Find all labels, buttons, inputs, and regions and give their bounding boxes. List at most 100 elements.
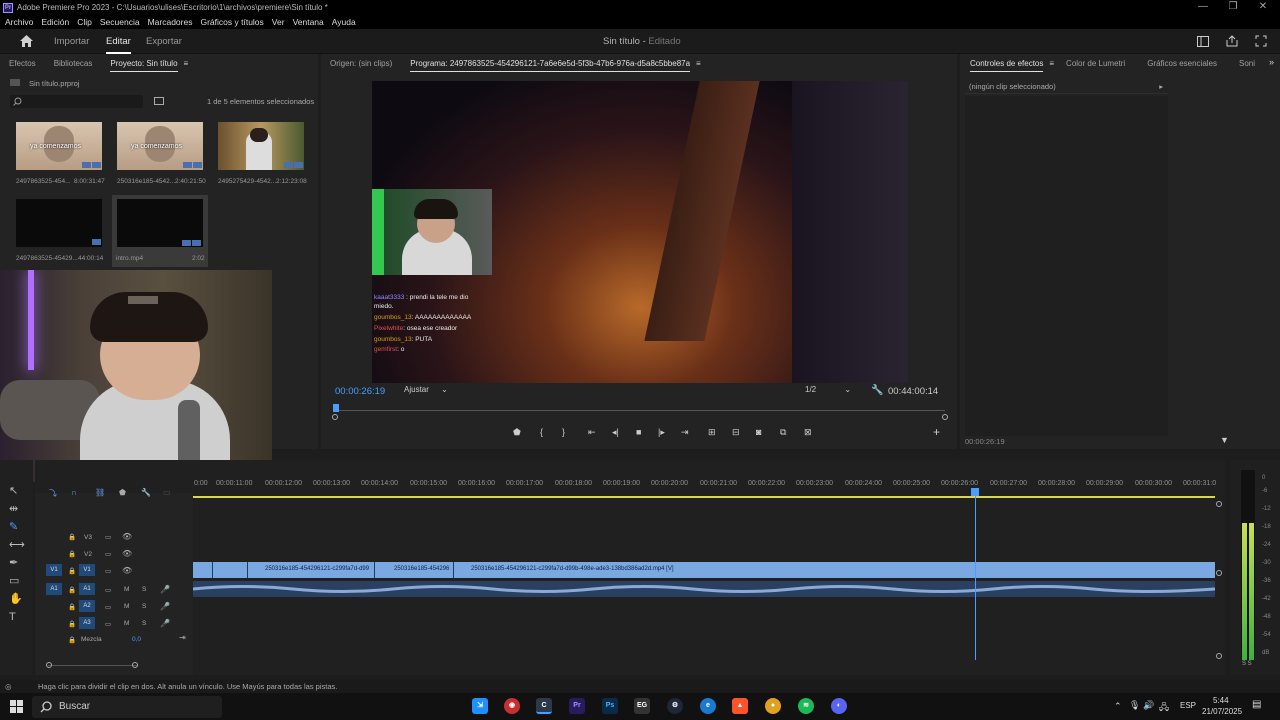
obs-icon[interactable]: ◉: [504, 698, 520, 714]
network-icon[interactable]: 🖧: [1159, 700, 1169, 716]
lock-icon[interactable]: 🔒: [68, 603, 76, 611]
zoom-handle-left[interactable]: [332, 414, 338, 420]
track-select-icon[interactable]: ⇹: [9, 500, 25, 518]
lock-icon[interactable]: 🔒: [68, 567, 76, 575]
razor-tool-icon[interactable]: ✎: [9, 518, 25, 536]
discord-icon[interactable]: ◐: [831, 698, 847, 714]
lock-icon[interactable]: 🔒: [68, 636, 76, 644]
toggle-sync-icon[interactable]: ▭: [105, 533, 111, 541]
timeline-playhead[interactable]: [975, 490, 976, 660]
epic-games-icon[interactable]: EG: [634, 698, 650, 714]
multi-cam-icon[interactable]: ⊠: [804, 427, 812, 438]
type-tool-icon[interactable]: T: [9, 608, 25, 626]
resolution-dropdown[interactable]: 1/2 ⌄: [805, 385, 860, 397]
clock-date[interactable]: 21/07/2025: [1202, 707, 1242, 716]
monitor-scrubber[interactable]: [335, 410, 945, 411]
extract-icon[interactable]: ⊟: [732, 427, 740, 438]
lift-icon[interactable]: ⊞: [708, 427, 716, 438]
mark-out-icon[interactable]: }: [562, 427, 565, 437]
project-item-thumb[interactable]: [16, 199, 102, 247]
timeline-zoom-bar[interactable]: [48, 665, 138, 666]
meter-solo-buttons[interactable]: S S: [1242, 661, 1252, 667]
share-icon[interactable]: [1226, 35, 1238, 47]
zoom-handle-left[interactable]: [46, 662, 52, 668]
spotify-icon[interactable]: ≋: [798, 698, 814, 714]
add-marker-icon[interactable]: ⬟: [119, 488, 126, 497]
search-input[interactable]: [10, 95, 143, 108]
go-to-out-icon[interactable]: ⇥: [681, 427, 689, 438]
volume-icon[interactable]: 🔊: [1143, 700, 1154, 711]
panel-menu-icon[interactable]: ≡: [1049, 59, 1054, 68]
home-icon[interactable]: [20, 35, 33, 47]
toggle-sync-icon[interactable]: ▭: [105, 550, 111, 558]
photoshop-taskbar-icon[interactable]: Ps: [602, 698, 618, 714]
tab-sound[interactable]: Soni: [1239, 59, 1255, 68]
settings-wrench-icon[interactable]: 🔧: [141, 488, 151, 497]
wrench-icon[interactable]: 🔧: [871, 385, 883, 396]
lock-icon[interactable]: 🔒: [68, 533, 76, 541]
track-label-a3[interactable]: A3: [79, 617, 95, 629]
scroll-handle[interactable]: [1216, 501, 1222, 507]
zoom-handle-right[interactable]: [942, 414, 948, 420]
menu-archivo[interactable]: Archivo: [5, 17, 33, 27]
monitor-playhead[interactable]: [333, 404, 339, 412]
menu-secuencia[interactable]: Secuencia: [100, 17, 140, 27]
windows-start-icon[interactable]: [10, 700, 23, 713]
project-item-thumb[interactable]: ya comenzamos: [117, 122, 203, 170]
brave-icon[interactable]: ▲: [732, 698, 748, 714]
scroll-handle[interactable]: [1216, 570, 1222, 576]
eye-icon[interactable]: 👁: [122, 549, 132, 558]
audio-clip-a1[interactable]: [192, 581, 1216, 597]
step-forward-icon[interactable]: |▸: [658, 427, 665, 438]
mute-button[interactable]: M: [124, 620, 129, 627]
stop-icon[interactable]: ■: [636, 427, 641, 437]
tab-proyecto[interactable]: Proyecto: Sin título: [110, 59, 178, 72]
clock-time[interactable]: 5:44: [1213, 696, 1229, 705]
nest-icon[interactable]: ⤵: [49, 488, 57, 499]
mute-button[interactable]: M: [124, 603, 129, 610]
toggle-sync-icon[interactable]: ▭: [105, 620, 111, 628]
menu-marcadores[interactable]: Marcadores: [148, 17, 193, 27]
filter-icon[interactable]: ▼: [1220, 435, 1229, 445]
pen-tool-icon[interactable]: ✒: [9, 554, 25, 572]
lock-icon[interactable]: 🔒: [68, 550, 76, 558]
fullscreen-icon[interactable]: [1255, 35, 1267, 47]
work-area-bar[interactable]: [193, 496, 1215, 498]
taskbar-search[interactable]: Buscar: [32, 696, 222, 718]
eye-icon[interactable]: 👁: [122, 566, 132, 575]
microphone-tray-icon[interactable]: 🎙: [1129, 700, 1140, 711]
menu-ayuda[interactable]: Ayuda: [332, 17, 356, 27]
tab-exportar[interactable]: Exportar: [146, 36, 182, 47]
mute-button[interactable]: M: [124, 586, 129, 593]
panel-menu-icon[interactable]: ≡: [696, 59, 701, 68]
solo-button[interactable]: S: [142, 586, 146, 593]
chevron-right-icon[interactable]: ▸: [1159, 82, 1163, 91]
toggle-sync-icon[interactable]: ▭: [105, 567, 111, 575]
captions-icon[interactable]: ▭: [163, 488, 171, 497]
collapse-icon[interactable]: ⇥: [179, 633, 186, 642]
video-clip[interactable]: 250316e185-454296121-c299fa7d-d99: [249, 562, 375, 578]
playhead-handle[interactable]: [971, 488, 979, 496]
video-clip[interactable]: 250316e185-454296: [376, 562, 454, 578]
hand-tool-icon[interactable]: ✋: [9, 590, 25, 608]
microphone-icon[interactable]: 🎤: [160, 619, 170, 628]
button-editor-icon[interactable]: +: [933, 425, 940, 439]
close-button[interactable]: ✕: [1248, 0, 1278, 15]
tab-essential-graphics[interactable]: Gráficos esenciales: [1147, 59, 1217, 68]
video-clip[interactable]: 250316e185-454296121-c299fa7d-d99b-498e-…: [455, 562, 1215, 578]
comparison-view-icon[interactable]: ⧉: [780, 427, 786, 438]
tab-effect-controls[interactable]: Controles de efectos: [970, 59, 1044, 72]
menu-clip[interactable]: Clip: [77, 17, 92, 27]
tab-efectos[interactable]: Efectos: [9, 59, 36, 68]
linked-select-icon[interactable]: ⛓: [95, 488, 105, 497]
minimize-button[interactable]: —: [1188, 0, 1218, 15]
track-label-v1[interactable]: V1: [79, 564, 95, 576]
tab-bibliotecas[interactable]: Bibliotecas: [54, 59, 93, 68]
rectangle-tool-icon[interactable]: ▭: [9, 572, 25, 590]
mark-in-icon[interactable]: {: [540, 427, 543, 437]
zoom-handle-right[interactable]: [132, 662, 138, 668]
add-marker-icon[interactable]: ⬟: [513, 427, 521, 438]
edge-icon[interactable]: e: [700, 698, 716, 714]
project-item-thumb[interactable]: ya comenzamos: [16, 122, 102, 170]
chrome-icon[interactable]: ●: [765, 698, 781, 714]
